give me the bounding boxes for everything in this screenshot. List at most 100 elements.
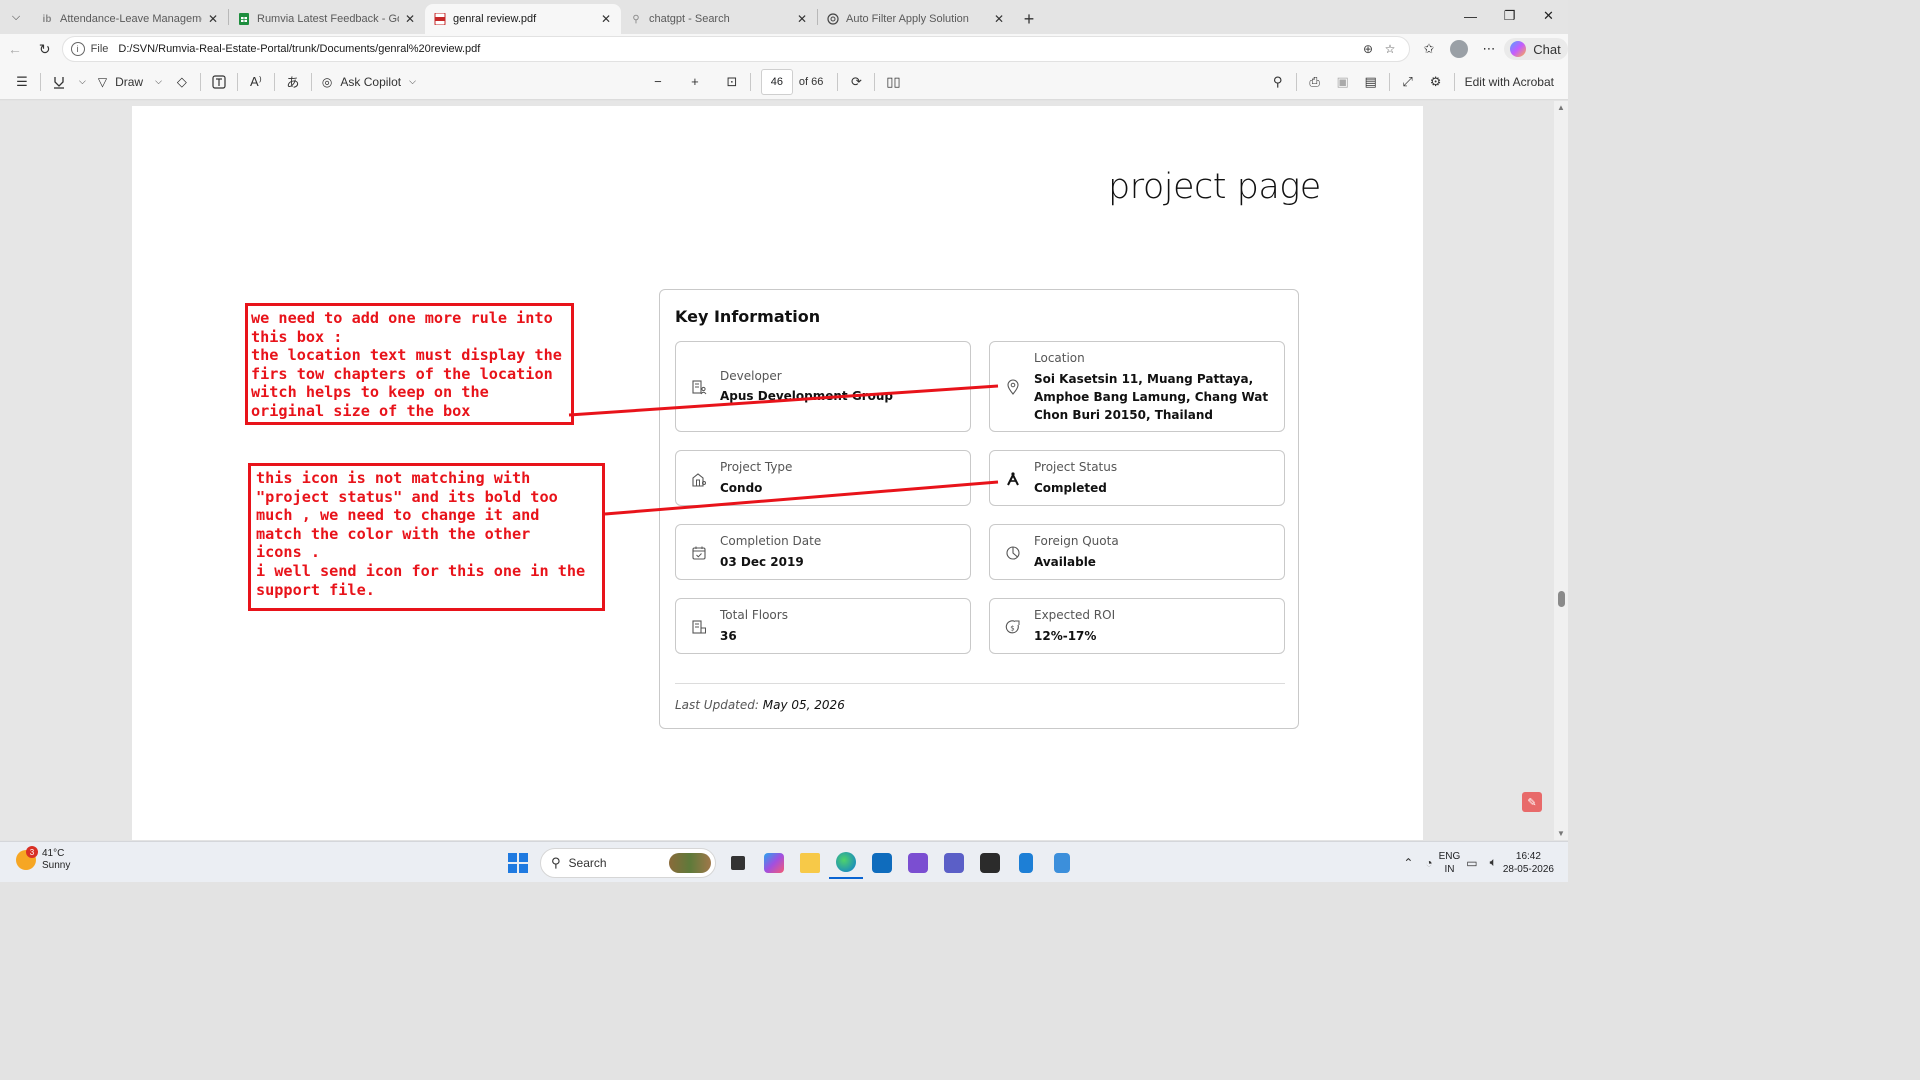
clock[interactable]: 16:42 28-05-2026 (1503, 850, 1554, 876)
favorites-icon[interactable]: ✩ (1414, 41, 1444, 57)
taskbar-search[interactable]: ⚲ Search (540, 848, 716, 878)
tab-chatgpt-search[interactable]: ⚲ chatgpt - Search ✕ (621, 4, 817, 34)
close-window-icon[interactable]: ✕ (1529, 0, 1568, 32)
rotate-icon[interactable]: ⟳ (842, 68, 870, 96)
toolbar-separator (874, 72, 876, 91)
translate-icon[interactable]: あ (279, 68, 307, 96)
full-screen-icon[interactable]: ⤢ (1394, 68, 1422, 96)
terminal-icon[interactable] (973, 847, 1007, 879)
total-floors-label: Total Floors (720, 608, 788, 622)
vertical-scrollbar[interactable]: ▲ ▼ (1554, 101, 1568, 840)
search-highlight-image (669, 853, 711, 873)
language-indicator[interactable]: ENG IN (1439, 850, 1461, 876)
key-information-heading: Key Information (675, 307, 821, 326)
info-icon[interactable]: i (70, 42, 85, 56)
location-value: Soi Kasetsin 11, Muang Pattaya, Amphoe B… (1034, 372, 1269, 422)
favorite-star-icon[interactable]: ☆ (1379, 42, 1401, 56)
dollar-growth-icon: $ (1004, 618, 1022, 636)
scrollbar-thumb[interactable] (1558, 591, 1565, 607)
tab-rumvia-feedback[interactable]: Rumvia Latest Feedback - Google ✕ (229, 4, 425, 34)
file-explorer-icon[interactable] (793, 847, 827, 879)
building-user-icon (690, 378, 708, 396)
compass-tool-icon (1004, 470, 1022, 488)
floors-icon (690, 618, 708, 636)
zoom-out-icon[interactable]: − (644, 68, 672, 96)
ib-icon: ib (42, 13, 52, 25)
close-tab-icon[interactable]: ✕ (992, 12, 1006, 26)
edge-browser-icon[interactable] (829, 847, 863, 879)
page-total: of 66 (798, 75, 824, 88)
edit-with-acrobat-button[interactable]: Edit with Acrobat (1459, 68, 1560, 96)
fit-to-page-icon[interactable]: ⊡ (718, 68, 746, 96)
contents-icon[interactable]: ☰ (8, 68, 36, 96)
volume-icon[interactable]: 🔈︎ (1490, 855, 1497, 870)
refresh-icon[interactable]: ↻ (30, 35, 60, 63)
close-tab-icon[interactable]: ✕ (795, 12, 809, 26)
completion-date-box: Completion Date 03 Dec 2019 (675, 524, 971, 580)
close-tab-icon[interactable]: ✕ (403, 12, 417, 26)
toolbar-separator (837, 72, 839, 91)
show-hidden-icons-chevron-icon[interactable]: ⌃ (1403, 856, 1413, 870)
microsoft-365-icon[interactable] (757, 847, 791, 879)
tab-attendance[interactable]: ib Attendance-Leave Management S ✕ (32, 4, 228, 34)
acrobat-icon[interactable]: ✎ (1522, 792, 1542, 812)
network-icon[interactable]: ◔ (1425, 856, 1432, 870)
foreign-quota-label: Foreign Quota (1034, 534, 1119, 548)
draw-button[interactable]: ▽ Draw (92, 68, 149, 96)
project-status-value: Completed (1034, 481, 1107, 495)
copilot-outline-icon: ◎ (321, 74, 333, 89)
toolbar-gap (713, 73, 714, 91)
draw-options-chevron-icon[interactable]: ⌵ (149, 68, 168, 96)
tab-label: Rumvia Latest Feedback - Google (257, 13, 399, 25)
outlook-icon[interactable] (865, 847, 899, 879)
map-pin-icon (1004, 378, 1022, 396)
pdf-viewer[interactable]: project page Key Information Developer A… (0, 101, 1568, 840)
settings-gear-icon[interactable]: ⚙ (1422, 68, 1450, 96)
openai-icon (826, 12, 840, 26)
read-aloud-icon[interactable]: A⁾ (242, 68, 270, 96)
back-icon[interactable]: ← (0, 35, 30, 63)
ask-copilot-button[interactable]: ◎ Ask Copilot ⌵ (316, 68, 422, 96)
page-number-input[interactable]: 46 (760, 68, 793, 95)
zoom-in-icon[interactable]: + (681, 68, 709, 96)
find-icon[interactable]: ⚲ (1264, 68, 1292, 96)
print-icon[interactable]: ⎙ (1301, 68, 1329, 96)
start-button[interactable] (501, 847, 535, 879)
tab-actions-menu-icon[interactable]: ⌵ (0, 0, 32, 34)
save-icon[interactable]: ▣ (1329, 68, 1357, 96)
url-text[interactable]: D:/SVN/Rumvia-Real-Estate-Portal/trunk/D… (118, 43, 1357, 55)
task-view-icon[interactable] (721, 847, 755, 879)
highlight-icon[interactable] (45, 68, 73, 96)
avatar[interactable] (1450, 40, 1468, 58)
scroll-down-icon[interactable]: ▼ (1557, 829, 1565, 838)
new-tab-icon[interactable]: + (1014, 4, 1044, 34)
windows-logo-icon (508, 853, 528, 873)
tab-auto-filter[interactable]: Auto Filter Apply Solution ✕ (818, 4, 1014, 34)
tab-genral-review-pdf[interactable]: genral review.pdf ✕ (425, 4, 621, 34)
copilot-chat-button[interactable]: Chat (1504, 38, 1568, 60)
close-tab-icon[interactable]: ✕ (599, 12, 613, 26)
eraser-icon[interactable]: ◇ (168, 68, 196, 96)
minimize-icon[interactable]: — (1451, 0, 1490, 32)
more-options-icon[interactable]: ⋯ (1474, 41, 1504, 57)
location-box: Location Soi Kasetsin 11, Muang Pattaya,… (989, 341, 1285, 432)
teams-icon[interactable] (937, 847, 971, 879)
page-view-icon[interactable]: ▯▯ (879, 68, 907, 96)
scroll-up-icon[interactable]: ▲ (1557, 103, 1565, 112)
url-field[interactable]: i File D:/SVN/Rumvia-Real-Estate-Portal/… (61, 36, 1410, 62)
zoom-icon[interactable]: ⊕ (1357, 42, 1379, 56)
close-tab-icon[interactable]: ✕ (206, 12, 220, 26)
key-information-card: Key Information Developer Apus Developme… (659, 289, 1299, 729)
weather-widget[interactable]: 3 41°C Sunny (16, 846, 70, 872)
notepad-icon[interactable] (1045, 847, 1079, 879)
toolbar-separator (273, 72, 275, 91)
restore-icon[interactable]: ❐ (1490, 0, 1529, 32)
sql-server-icon[interactable] (1009, 847, 1043, 879)
display-icon[interactable]: ▭ (1466, 856, 1477, 870)
last-updated-label: Last Updated: (675, 698, 759, 712)
highlight-options-chevron-icon[interactable]: ⌵ (73, 68, 92, 96)
toolbar-gap (676, 73, 677, 91)
add-text-icon[interactable] (205, 68, 233, 96)
save-as-icon[interactable]: ▤ (1357, 68, 1385, 96)
visual-studio-icon[interactable] (901, 847, 935, 879)
